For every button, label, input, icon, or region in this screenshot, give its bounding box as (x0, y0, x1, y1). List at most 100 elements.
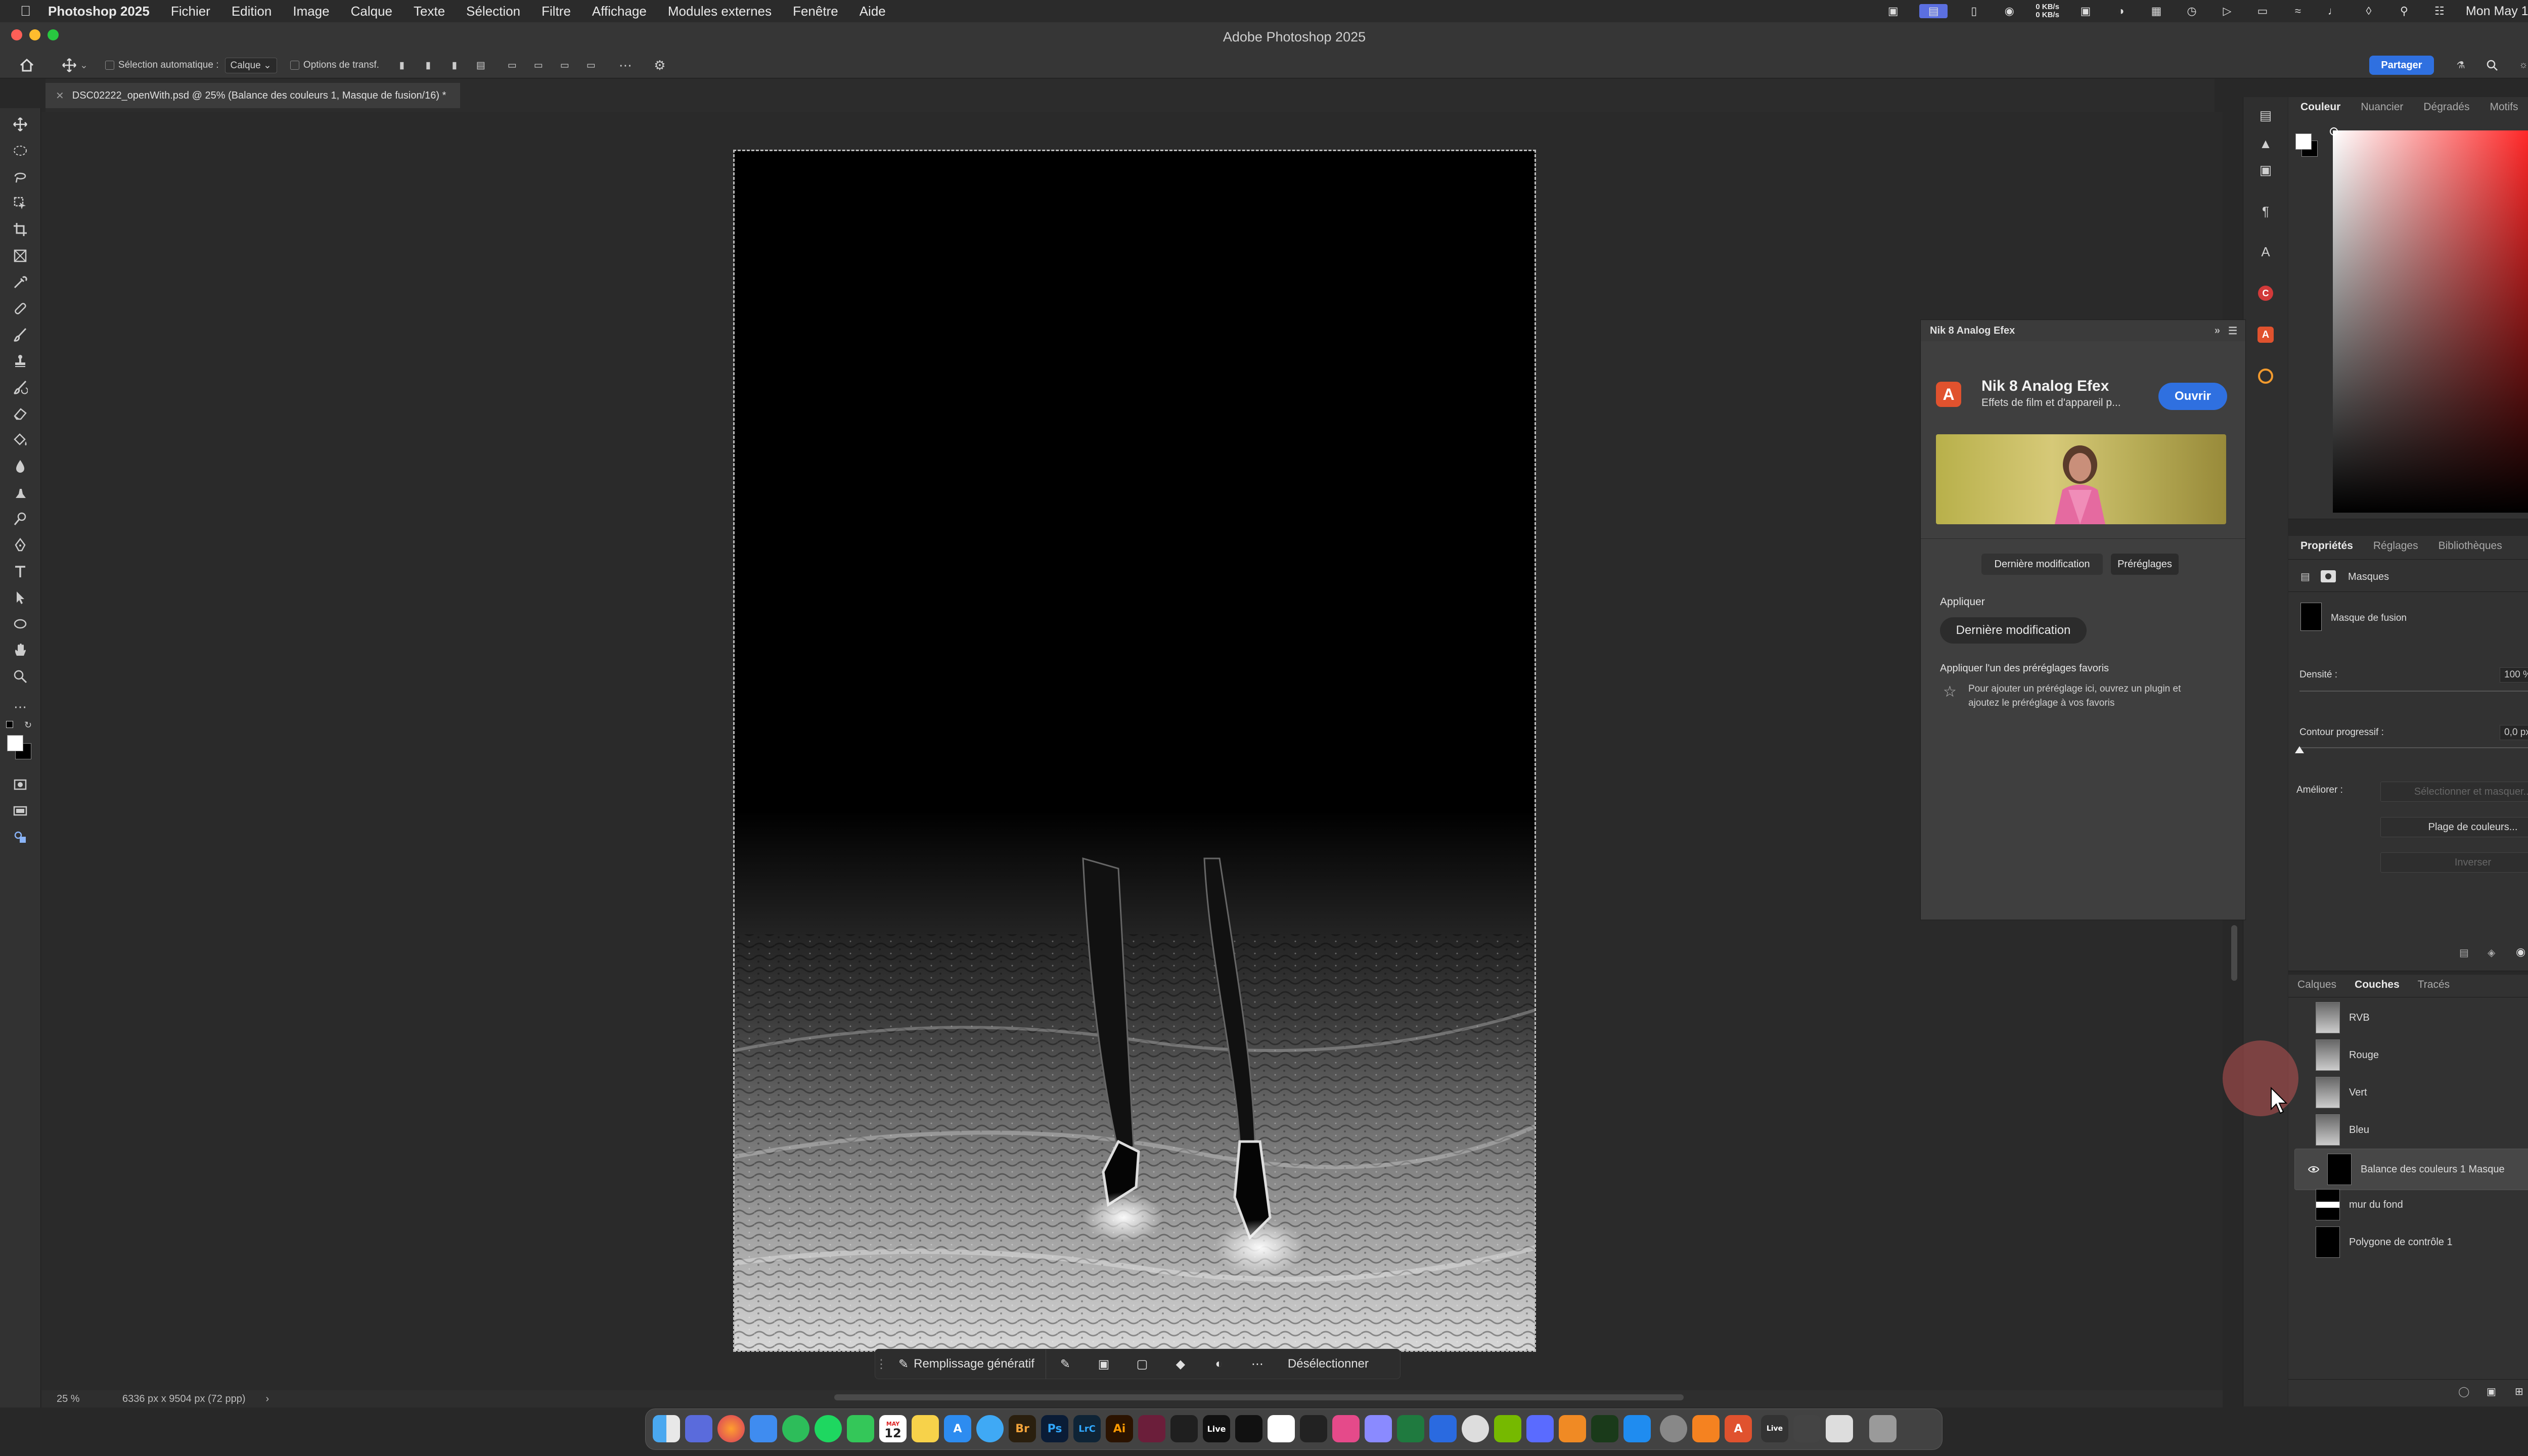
tab-last-modification[interactable]: Dernière modification (1981, 554, 2103, 575)
frame-tool[interactable] (10, 246, 30, 266)
align-top-icon[interactable]: ▭ (504, 57, 521, 74)
home-icon[interactable] (18, 57, 35, 74)
deselect-button[interactable]: Désélectionner (1277, 1349, 1380, 1379)
channel-row-rouge[interactable]: Rouge ⌘3 (2288, 1036, 2528, 1074)
apply-last-modification-button[interactable]: Dernière modification (1940, 617, 2087, 644)
foreground-color-swatch[interactable] (2295, 133, 2312, 150)
distribute-icon[interactable]: ▤ (472, 57, 489, 74)
panel-menu-icon[interactable]: ☰ (2228, 325, 2237, 337)
screen-recent-icon[interactable] (1793, 1415, 1821, 1442)
quick-mask-icon[interactable] (10, 775, 30, 795)
tab-couches[interactable]: Couches (2355, 979, 2400, 991)
tab-degrades[interactable]: Dégradés (2423, 101, 2469, 113)
pixel-mask-type-icon[interactable]: ▤ (2300, 570, 2316, 582)
share-button[interactable]: Partager (2369, 56, 2434, 75)
illustrator-icon[interactable]: Ai (1106, 1415, 1133, 1442)
history-panel-icon[interactable]: ▤ (2254, 104, 2277, 126)
lightbulb-icon[interactable]: ☼ (2515, 57, 2528, 74)
align-right-icon[interactable]: ▮ (446, 57, 463, 74)
channel-row-vert[interactable]: Vert ⌘4 (2288, 1074, 2528, 1111)
zoom-tool[interactable] (10, 666, 30, 687)
vlc-icon[interactable] (1692, 1415, 1720, 1442)
document-tab[interactable]: ✕ DSC02222_openWith.psd @ 25% (Balance d… (46, 83, 461, 108)
menu-clock[interactable]: Mon May 12 14:42 (2466, 4, 2528, 19)
invert-button[interactable]: Inverser (2380, 852, 2528, 873)
wifi-icon[interactable]: ≈ (2289, 4, 2307, 18)
align-left-icon[interactable]: ▮ (393, 57, 411, 74)
more-options-icon[interactable]: ⋯ (617, 57, 634, 74)
crop-tool[interactable] (10, 219, 30, 240)
channel-row-polygone[interactable]: Polygone de contrôle 1 ⌘7 (2288, 1223, 2528, 1261)
nik-preview-image[interactable] (1936, 434, 2226, 524)
fill-selection-icon[interactable]: ◆ (1161, 1349, 1200, 1379)
apple-icon[interactable]:  (20, 3, 31, 19)
camera-icon[interactable]: ▣ (1884, 4, 1902, 18)
whatsapp-icon[interactable] (782, 1415, 809, 1442)
control-center-icon[interactable]: ☷ (2430, 4, 2449, 18)
more-tools-icon[interactable]: ⋯ (10, 697, 30, 717)
vertical-scrollbar[interactable] (2231, 925, 2237, 981)
volume-icon[interactable]: ♩ (2324, 4, 2342, 18)
create-mask-icon[interactable]: ▢ (1123, 1349, 1161, 1379)
mail-icon[interactable] (750, 1415, 777, 1442)
bridge-icon[interactable]: Br (1009, 1415, 1036, 1442)
feather-slider-track[interactable] (2299, 747, 2528, 748)
feather-input[interactable]: 0,0 px (2500, 725, 2528, 740)
tab-couleur[interactable]: Couleur (2300, 101, 2340, 113)
pink-app-icon[interactable] (1332, 1415, 1360, 1442)
chevron-right-icon[interactable]: › (266, 1393, 269, 1405)
type-tool[interactable] (10, 561, 30, 581)
tab-reglages[interactable]: Réglages (2373, 540, 2418, 552)
auto-select-checkbox[interactable] (105, 61, 114, 70)
collapse-panel-icon[interactable]: » (2215, 325, 2220, 337)
eyedropper-tool[interactable] (10, 272, 30, 292)
grid-icon[interactable]: ▦ (2147, 4, 2165, 18)
plugin-orange-icon[interactable] (2254, 365, 2277, 387)
notes-icon[interactable] (912, 1415, 939, 1442)
adjustment-icon[interactable]: ◐ (1200, 1349, 1238, 1379)
dodge-tool[interactable] (10, 509, 30, 529)
paint-bucket-tool[interactable] (10, 430, 30, 450)
character-panel-icon[interactable]: A (2254, 241, 2277, 263)
tab-bibliotheques[interactable]: Bibliothèques (2439, 540, 2502, 552)
spotlight-icon[interactable]: ⚲ (2395, 4, 2413, 18)
healing-brush-tool[interactable] (10, 298, 30, 318)
tab-presets[interactable]: Préréglages (2111, 554, 2179, 575)
battery-icon[interactable]: ▭ (2253, 4, 2272, 18)
appstore-icon[interactable]: A (944, 1415, 971, 1442)
photoshop-icon[interactable]: Ps (1041, 1415, 1068, 1442)
tab-proprietes[interactable]: Propriétés (2300, 540, 2353, 552)
safari-icon[interactable] (976, 1415, 1004, 1442)
firefox-icon[interactable] (717, 1415, 745, 1442)
menu-selection[interactable]: Sélection (466, 4, 520, 19)
foreground-color-swatch[interactable] (7, 735, 23, 751)
excel-icon[interactable] (1397, 1415, 1424, 1442)
launchpad-icon[interactable] (685, 1415, 712, 1442)
live-recent-icon[interactable]: Live (1761, 1415, 1788, 1442)
hand-tool[interactable] (10, 640, 30, 660)
activity-monitor-icon[interactable] (1591, 1415, 1618, 1442)
tab-motifs[interactable]: Motifs (2490, 101, 2518, 113)
brush-tool[interactable] (10, 325, 30, 345)
menu-filtre[interactable]: Filtre (541, 4, 571, 19)
history-icon[interactable]: ◷ (2183, 4, 2201, 18)
default-colors-icon[interactable] (6, 721, 13, 728)
menu-texte[interactable]: Texte (414, 4, 445, 19)
select-and-mask-button[interactable]: Sélectionner et masquer... (2380, 782, 2528, 802)
transform-selection-icon[interactable]: ▣ (1085, 1349, 1123, 1379)
drag-handle-icon[interactable]: ⋮ (875, 1349, 887, 1379)
menu-calque[interactable]: Calque (351, 4, 392, 19)
system-settings-icon[interactable] (1660, 1415, 1687, 1442)
document-canvas[interactable] (733, 150, 1536, 1352)
comments-panel-icon[interactable]: ▣ (2254, 159, 2277, 181)
plugin-red-icon[interactable]: C (2254, 282, 2277, 304)
trash-icon[interactable] (1869, 1415, 1897, 1442)
blue-app-icon[interactable] (1526, 1415, 1554, 1442)
apply-mask-icon[interactable]: ◈ (2488, 946, 2495, 959)
save-selection-as-channel-icon[interactable]: ▣ (2487, 1385, 2496, 1398)
color-picker-field[interactable] (2333, 130, 2528, 513)
media-app-icon[interactable] (1138, 1415, 1165, 1442)
blur-tool[interactable] (10, 456, 30, 476)
pen-tool[interactable] (10, 535, 30, 555)
modify-selection-icon[interactable]: ✎ (1046, 1349, 1085, 1379)
